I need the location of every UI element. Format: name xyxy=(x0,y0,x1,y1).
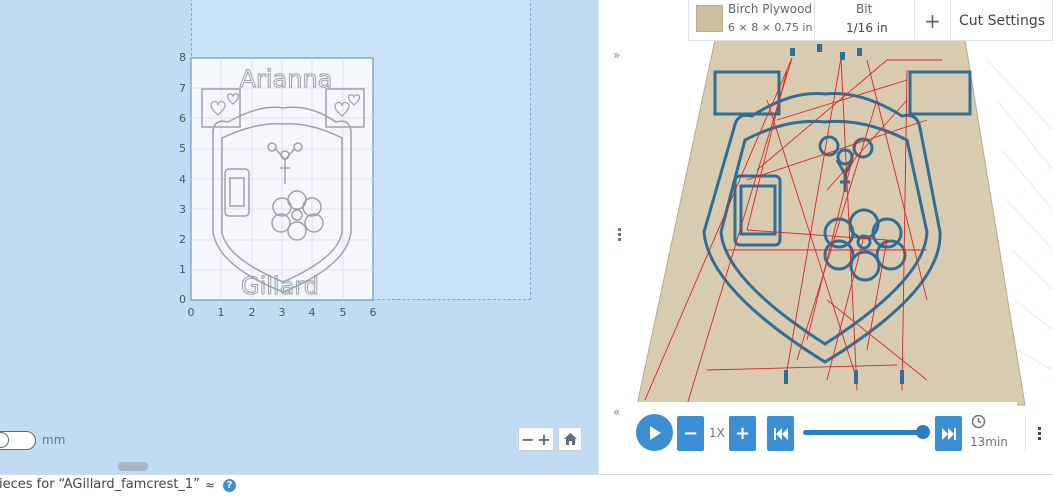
play-icon xyxy=(649,425,661,440)
skip-forward-icon xyxy=(941,427,956,440)
y-tick: 7 xyxy=(179,82,186,95)
x-axis-labels: 0 1 2 3 4 5 6 xyxy=(188,306,377,319)
estimated-time: 13min xyxy=(970,435,1008,449)
skip-end-button[interactable] xyxy=(935,416,962,451)
design-grid: Arianna Gillard 0 1 2 3 4 5 6 7 8 0 1 2 … xyxy=(179,51,377,319)
y-tick: 8 xyxy=(179,51,186,64)
home-button[interactable] xyxy=(558,427,582,451)
toggle-knob xyxy=(0,432,9,448)
material-name[interactable]: Birch Plywood xyxy=(728,2,812,16)
horizontal-scrollbar[interactable] xyxy=(118,462,148,471)
y-tick: 0 xyxy=(179,293,186,306)
play-button[interactable] xyxy=(636,414,673,451)
y-tick: 6 xyxy=(179,112,186,125)
home-icon xyxy=(563,433,577,445)
x-tick: 2 xyxy=(249,306,256,319)
add-bit-button[interactable]: + xyxy=(914,0,950,41)
skip-back-icon xyxy=(773,427,788,440)
cut-settings-button[interactable]: Cut Settings xyxy=(950,0,1053,41)
bit-value[interactable]: 1/16 in xyxy=(846,21,888,35)
zoom-controls: − + xyxy=(518,427,582,451)
unit-toggle[interactable] xyxy=(0,431,36,450)
design-text-top[interactable]: Arianna xyxy=(239,65,333,94)
faster-button[interactable]: + xyxy=(729,416,756,451)
design-text-bottom[interactable]: Gillard xyxy=(241,272,320,301)
unit-label: mm xyxy=(42,433,66,447)
x-tick: 3 xyxy=(279,306,286,319)
x-tick: 5 xyxy=(340,306,347,319)
y-tick: 5 xyxy=(179,142,186,155)
zoom-buttons: − + xyxy=(518,427,554,451)
zoom-out-button[interactable]: − xyxy=(520,430,536,449)
more-options-button[interactable] xyxy=(1025,415,1053,452)
progress-handle[interactable] xyxy=(916,425,930,439)
y-tick: 4 xyxy=(179,173,186,186)
x-tick: 0 xyxy=(188,306,195,319)
clock-icon xyxy=(971,414,986,429)
y-tick: 3 xyxy=(179,203,186,216)
collapse-left-icon[interactable]: « xyxy=(613,405,620,419)
progress-track[interactable] xyxy=(803,430,929,435)
y-tick: 2 xyxy=(179,233,186,246)
design-canvas[interactable]: Arianna Gillard 0 1 2 3 4 5 6 7 8 0 1 2 … xyxy=(0,0,598,474)
x-tick: 4 xyxy=(309,306,316,319)
y-tick: 1 xyxy=(179,263,186,276)
pane-splitter[interactable] xyxy=(598,0,626,474)
pieces-label[interactable]: ieces for “AGillard_famcrest_1” xyxy=(0,477,200,492)
expand-pieces-icon[interactable]: ≈ xyxy=(205,478,215,492)
zoom-in-button[interactable]: + xyxy=(536,430,552,449)
material-dimensions[interactable]: 6 × 8 × 0.75 in xyxy=(728,21,812,34)
x-tick: 1 xyxy=(218,306,225,319)
help-icon[interactable]: ? xyxy=(223,479,236,492)
x-tick: 6 xyxy=(370,306,377,319)
easel-app: Arianna Gillard 0 1 2 3 4 5 6 7 8 0 1 2 … xyxy=(0,0,1053,501)
drag-handle-icon[interactable] xyxy=(618,228,621,243)
speed-label: 1X xyxy=(709,426,725,440)
slower-button[interactable]: − xyxy=(677,416,704,451)
material-swatch[interactable] xyxy=(696,5,723,32)
skip-start-button[interactable] xyxy=(767,416,794,451)
collapse-right-icon[interactable]: » xyxy=(613,48,620,62)
y-axis-labels: 0 1 2 3 4 5 6 7 8 xyxy=(179,51,186,306)
bit-title: Bit xyxy=(856,2,873,16)
